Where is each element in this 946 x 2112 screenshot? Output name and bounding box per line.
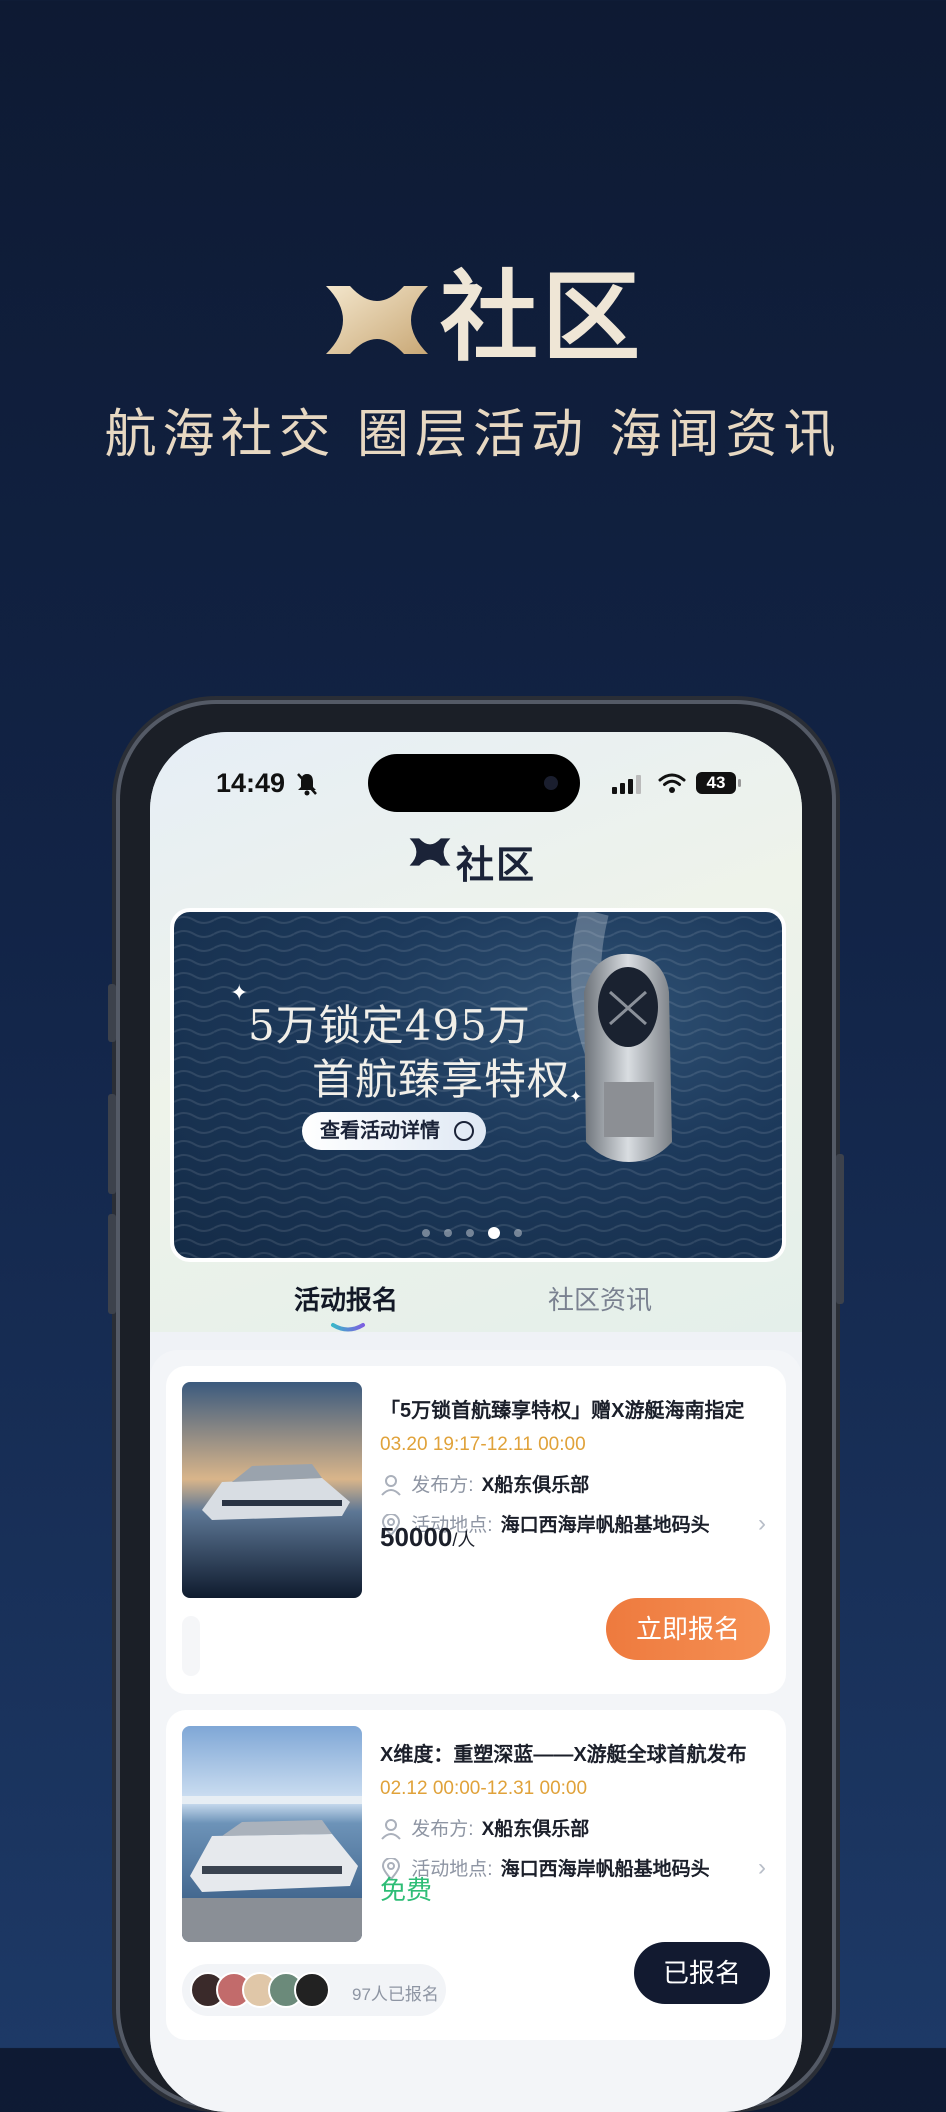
promo-banner[interactable]: ✦ ✦ 5万锁定495万 首航臻享特权 查看活动详情 [170, 908, 786, 1262]
hero-brand-text: 社区 [440, 262, 645, 372]
event-time: 03.20 19:17-12.11 00:00 [380, 1434, 586, 1455]
location-name: 海口西海岸帆船基地码头 [500, 1859, 710, 1880]
event-price: 50000/人 [380, 1522, 475, 1553]
banner-title-line1: 5万锁定495万 [248, 1001, 531, 1050]
avatar [294, 1972, 330, 2008]
phone-mockup: 14:49 43 社区 ✦ ✦ 5万锁定495万 首航臻享特权 查看活动详情 活… [108, 704, 844, 2112]
svg-text:✦: ✦ [569, 1089, 582, 1106]
yacht-image [584, 953, 672, 1162]
x-logo-icon [326, 286, 428, 354]
phone-side-button [108, 1214, 116, 1314]
event-list: 「5万锁首航臻享特权」赠X游艇海南指定 03.20 19:17-12.11 00… [150, 1350, 802, 2112]
view-details-button[interactable]: 查看活动详情 [302, 1112, 486, 1150]
event-card[interactable]: 「5万锁首航臻享特权」赠X游艇海南指定 03.20 19:17-12.11 00… [166, 1366, 786, 1694]
publisher-row: 发布方: X船东俱乐部 [380, 1470, 589, 1497]
chevron-right-icon[interactable]: › [758, 1854, 766, 1882]
camera-icon [544, 776, 558, 790]
price-unit: /人 [452, 1530, 476, 1550]
promo-hero: 社区 航海社交 圈层活动 海闻资讯 [0, 0, 946, 700]
x-logo-icon [409, 838, 451, 866]
phone-side-button [108, 1094, 116, 1194]
event-title: 「5万锁首航臻享特权」赠X游艇海南指定 [380, 1400, 745, 1422]
app-screen: 14:49 43 社区 ✦ ✦ 5万锁定495万 首航臻享特权 查看活动详情 活… [150, 732, 802, 2112]
publisher-row: 发布方: X船东俱乐部 [380, 1814, 589, 1841]
price-value: 50000 [380, 1522, 453, 1552]
hero-tagline: 航海社交 圈层活动 海闻资讯 [104, 406, 842, 464]
attendee-avatars[interactable]: 97人已报名 [182, 1964, 446, 2016]
event-image [182, 1382, 362, 1598]
event-time: 02.12 00:00-12.31 00:00 [380, 1778, 588, 1799]
carousel-dots[interactable] [422, 1224, 536, 1242]
carousel-dot-active[interactable] [488, 1227, 500, 1239]
wifi-icon [658, 773, 686, 793]
publisher-name: X船东俱乐部 [481, 1475, 590, 1496]
tab-event-signup[interactable]: 活动报名 [294, 1280, 398, 1317]
carousel-dot[interactable] [466, 1229, 474, 1237]
signal-icon [612, 775, 641, 794]
signed-count: 97人已报名 [352, 1985, 439, 2004]
arrow-right-circle-icon [454, 1121, 474, 1141]
event-title: X维度：重塑深蓝——X游艇全球首航发布 [380, 1744, 747, 1766]
chevron-right-icon[interactable]: › [758, 1510, 766, 1538]
phone-side-button [108, 984, 116, 1042]
banner-title-line2: 首航臻享特权 [312, 1055, 571, 1104]
tab-active-indicator [331, 1323, 365, 1332]
tab-community-news[interactable]: 社区资讯 [548, 1280, 652, 1317]
registered-button[interactable]: 已报名 [634, 1942, 770, 2004]
signup-button[interactable]: 立即报名 [606, 1598, 770, 1660]
publisher-label: 发布方: [411, 1819, 474, 1840]
carousel-dot[interactable] [444, 1229, 452, 1237]
svg-text:✦: ✦ [230, 980, 248, 1005]
view-details-label: 查看活动详情 [320, 1120, 440, 1142]
phone-side-button [836, 1154, 844, 1304]
carousel-dot[interactable] [422, 1229, 430, 1237]
event-price-free: 免费 [380, 1875, 433, 1905]
person-icon [381, 1819, 401, 1840]
publisher-name: X船东俱乐部 [481, 1819, 590, 1840]
status-time: 14:49 [216, 768, 286, 798]
event-image [182, 1726, 362, 1942]
event-card[interactable]: X维度：重塑深蓝——X游艇全球首航发布 02.12 00:00-12.31 00… [166, 1710, 786, 2040]
carousel-dot[interactable] [514, 1229, 522, 1237]
battery-icon: 43 [696, 772, 736, 794]
location-name: 海口西海岸帆船基地码头 [500, 1515, 710, 1536]
bell-muted-icon [297, 773, 317, 796]
app-title: 社区 [456, 845, 537, 887]
person-icon [381, 1475, 401, 1496]
publisher-label: 发布方: [411, 1475, 474, 1496]
